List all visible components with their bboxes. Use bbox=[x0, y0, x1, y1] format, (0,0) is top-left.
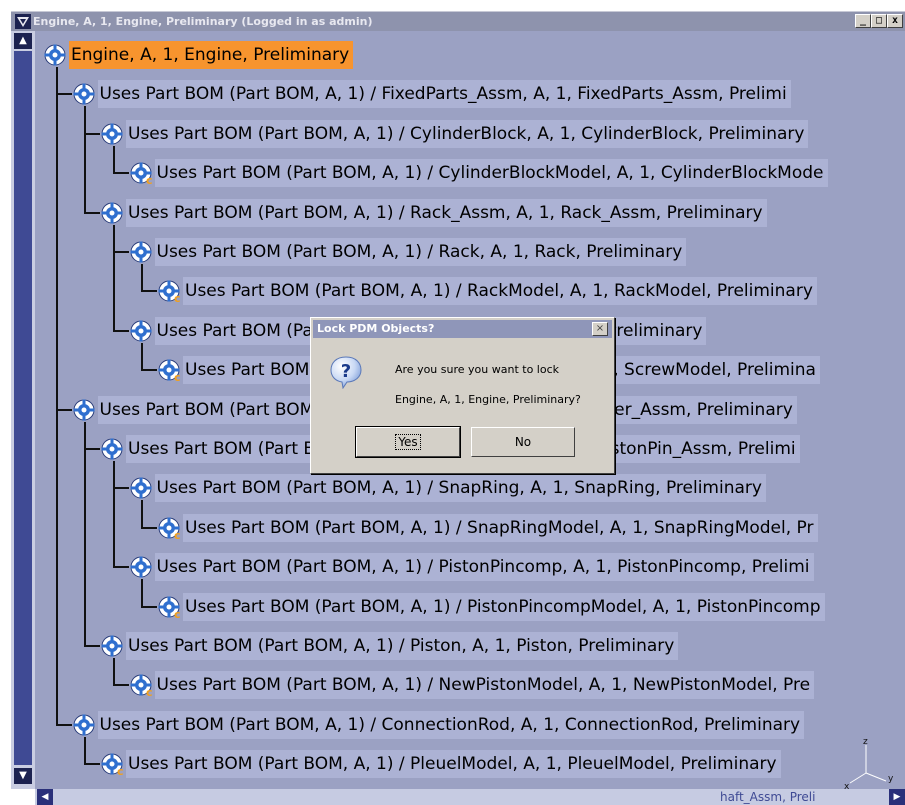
app-icon bbox=[15, 14, 31, 29]
product-gear-icon[interactable] bbox=[72, 713, 96, 737]
product-gear-icon[interactable] bbox=[72, 398, 96, 422]
product-gear-icon[interactable] bbox=[129, 319, 153, 343]
dialog-title: Lock PDM Objects? bbox=[317, 322, 435, 335]
axis-y-label: y bbox=[888, 774, 894, 784]
partial-tree-label: haft_Assm, Preli bbox=[720, 790, 816, 804]
part-model-gear-icon[interactable]: c bbox=[100, 752, 124, 776]
svg-text:c: c bbox=[174, 529, 181, 540]
product-gear-icon[interactable] bbox=[100, 201, 124, 225]
product-gear-icon[interactable] bbox=[100, 122, 124, 146]
yes-button[interactable]: Yes bbox=[355, 426, 461, 458]
dialog-titlebar[interactable]: Lock PDM Objects? × bbox=[313, 320, 612, 338]
tree-node-product[interactable]: Uses Part BOM (Part BOM, A, 1) / SnapRin… bbox=[35, 472, 905, 504]
compass-axis-icon: z y x bbox=[844, 737, 894, 792]
tree-node-model[interactable]: c Uses Part BOM (Part BOM, A, 1) / NewPis… bbox=[35, 669, 905, 701]
product-gear-icon[interactable] bbox=[129, 240, 153, 264]
product-gear-icon[interactable] bbox=[100, 437, 124, 461]
scroll-down-arrow-icon[interactable]: ▼ bbox=[14, 768, 32, 784]
tree-node-label[interactable]: Uses Part BOM (Part BOM, A, 1) / Rack, A… bbox=[154, 238, 687, 266]
part-model-gear-icon[interactable]: c bbox=[129, 673, 153, 697]
svg-text:c: c bbox=[174, 371, 181, 382]
svg-text:c: c bbox=[146, 174, 153, 185]
tree-node-label[interactable]: Uses Part BOM (Part BOM, A, 1) / PistonP… bbox=[154, 553, 814, 582]
main-window: Engine, A, 1, Engine, Preliminary (Logge… bbox=[0, 0, 905, 805]
tree-node-label[interactable]: Uses Part BOM (Part BOM, A, 1) / Cylinde… bbox=[126, 119, 809, 148]
tree-node-product[interactable]: Uses Part BOM (Part BOM, A, 1) / Rack_As… bbox=[35, 197, 905, 229]
svg-text:c: c bbox=[146, 686, 153, 697]
tree-node-model[interactable]: c Uses Part BOM (Part BOM, A, 1) / Cylind… bbox=[35, 157, 905, 189]
product-gear-icon[interactable] bbox=[129, 476, 153, 500]
tree-node-label[interactable]: Uses Part BOM (Part BOM, A, 1) / SnapRin… bbox=[154, 474, 766, 503]
part-model-gear-icon[interactable]: c bbox=[157, 516, 181, 540]
scrollbar-thumb[interactable] bbox=[14, 51, 32, 765]
tree-node-product[interactable]: Uses Part BOM (Part BOM, A, 1) / Connect… bbox=[35, 709, 905, 741]
product-gear-icon[interactable] bbox=[100, 634, 124, 658]
window-title: Engine, A, 1, Engine, Preliminary (Logge… bbox=[33, 15, 373, 28]
tree-node-label[interactable]: Uses Part BOM (Part BOM, A, 1) / PistonP… bbox=[183, 592, 825, 621]
tree-node-product[interactable]: Uses Part BOM (Part BOM, A, 1) / FixedPa… bbox=[35, 78, 905, 110]
svg-text:c: c bbox=[174, 608, 181, 619]
tree-connector bbox=[55, 67, 58, 725]
tree-node-model[interactable]: c Uses Part BOM (Part BOM, A, 1) / Piston… bbox=[35, 591, 905, 623]
tree-node-product[interactable]: Uses Part BOM (Part BOM, A, 1) / PistonP… bbox=[35, 551, 905, 583]
tree-node-product[interactable]: Uses Part BOM (Part BOM, A, 1) / Piston,… bbox=[35, 630, 905, 662]
dialog-message-line-1: Are you sure you want to lock bbox=[395, 363, 559, 376]
tree-node-label[interactable]: Uses Part BOM (Part BOM, A, 1) / NewPist… bbox=[154, 671, 815, 700]
window-titlebar[interactable]: Engine, A, 1, Engine, Preliminary (Logge… bbox=[11, 11, 905, 31]
minimize-button[interactable]: _ bbox=[855, 14, 871, 28]
tree-connector bbox=[84, 421, 86, 646]
tree-node-product[interactable]: Uses Part BOM (Part BOM, A, 1) / Cylinde… bbox=[35, 118, 905, 150]
svg-text:c: c bbox=[117, 765, 124, 776]
dialog-close-button[interactable]: × bbox=[592, 322, 608, 336]
tree-node-product[interactable]: Engine, A, 1, Engine, Preliminary bbox=[35, 39, 905, 71]
tree-node-product[interactable]: Uses Part BOM (Part BOM, A, 1) / Rack, A… bbox=[35, 236, 905, 268]
tree-node-model[interactable]: c Uses Part BOM (Part BOM, A, 1) / SnapRi… bbox=[35, 512, 905, 544]
close-button[interactable]: x bbox=[887, 14, 903, 28]
no-button[interactable]: No bbox=[471, 427, 575, 457]
axis-z-label: z bbox=[863, 737, 868, 747]
axis-x-label: x bbox=[844, 782, 850, 792]
part-model-gear-icon[interactable]: c bbox=[157, 279, 181, 303]
yes-button-label: Yes bbox=[395, 434, 421, 450]
dialog-message-line-2: Engine, A, 1, Engine, Preliminary? bbox=[395, 393, 581, 406]
lock-confirm-dialog: Lock PDM Objects? × ? Are you sure you w… bbox=[310, 317, 615, 474]
part-model-gear-icon[interactable]: c bbox=[129, 161, 153, 185]
part-model-gear-icon[interactable]: c bbox=[157, 358, 181, 382]
svg-text:c: c bbox=[174, 292, 181, 303]
product-gear-icon[interactable] bbox=[72, 82, 96, 106]
tree-node-model[interactable]: c Uses Part BOM (Part BOM, A, 1) / Pleuel… bbox=[35, 748, 905, 780]
tree-node-label[interactable]: Uses Part BOM (Part BOM, A, 1) / Piston,… bbox=[126, 632, 679, 660]
product-gear-icon[interactable] bbox=[43, 43, 67, 67]
svg-text:?: ? bbox=[341, 361, 351, 382]
tree-node-label[interactable]: Uses Part BOM (Part BOM, A, 1) / FixedPa… bbox=[97, 80, 791, 109]
scroll-up-arrow-icon[interactable]: ▲ bbox=[14, 33, 32, 49]
maximize-button[interactable]: □ bbox=[871, 14, 887, 28]
product-gear-icon[interactable] bbox=[129, 555, 153, 579]
tree-node-label[interactable]: Uses Part BOM (Part BOM, A, 1) / Connect… bbox=[97, 710, 805, 739]
part-model-gear-icon[interactable]: c bbox=[157, 595, 181, 619]
vertical-scrollbar[interactable]: ▲ ▼ bbox=[11, 31, 35, 789]
tree-node-label[interactable]: Uses Part BOM (Part BOM, A, 1) / Cylinde… bbox=[154, 159, 828, 188]
tree-node-label[interactable]: Uses Part BOM (Part BOM, A, 1) / PleuelM… bbox=[126, 750, 781, 779]
question-icon: ? bbox=[330, 356, 362, 389]
tree-node-label[interactable]: Uses Part BOM (Part BOM, A, 1) / RackMod… bbox=[183, 277, 817, 306]
tree-node-model[interactable]: c Uses Part BOM (Part BOM, A, 1) / RackMo… bbox=[35, 275, 905, 307]
tree-node-label[interactable]: Uses Part BOM (Part BOM, A, 1) / Rack_As… bbox=[126, 198, 767, 227]
tree-node-label[interactable]: Uses Part BOM (Part BOM, A, 1) / SnapRin… bbox=[183, 513, 818, 542]
tree-node-label[interactable]: Engine, A, 1, Engine, Preliminary bbox=[69, 41, 354, 69]
scroll-left-arrow-icon[interactable]: ◀ bbox=[37, 789, 53, 805]
